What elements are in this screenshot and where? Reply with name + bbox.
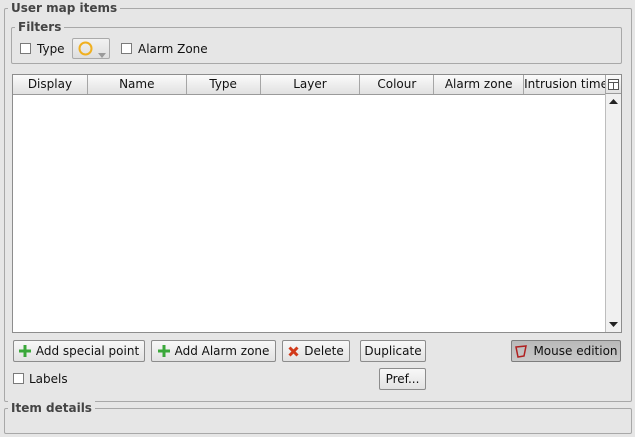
pref-button[interactable]: Pref...: [379, 368, 426, 390]
labels-checkbox[interactable]: [13, 373, 24, 384]
table-header: Display Name Type Layer Colour Alarm zon…: [13, 75, 605, 95]
add-alarm-zone-label: Add Alarm zone: [174, 344, 270, 358]
duplicate-label: Duplicate: [364, 344, 422, 358]
column-header-type[interactable]: Type: [187, 75, 261, 94]
alarm-zone-filter-checkbox[interactable]: [121, 43, 132, 54]
user-map-items-title: User map items: [8, 1, 121, 15]
add-alarm-zone-button[interactable]: Add Alarm zone: [151, 340, 276, 362]
delete-label: Delete: [304, 344, 344, 358]
column-header-name[interactable]: Name: [88, 75, 187, 94]
user-map-items-table[interactable]: Display Name Type Layer Colour Alarm zon…: [12, 74, 622, 333]
mouse-edition-toggle[interactable]: Mouse edition: [511, 340, 621, 362]
type-filter-combo[interactable]: [72, 38, 110, 59]
column-chooser-icon[interactable]: [605, 75, 621, 94]
column-header-intrusion-time[interactable]: Intrusion time: [524, 75, 605, 94]
item-details-title: Item details: [8, 401, 95, 415]
polygon-edit-icon: [514, 344, 528, 358]
add-special-point-button[interactable]: Add special point: [13, 340, 145, 362]
chevron-down-icon: [98, 47, 106, 61]
delete-button[interactable]: Delete: [282, 340, 350, 362]
pref-label: Pref...: [385, 372, 420, 386]
column-header-layer[interactable]: Layer: [261, 75, 361, 94]
add-special-point-label: Add special point: [35, 344, 140, 358]
delete-x-icon: [288, 345, 299, 357]
item-details-panel: [4, 408, 632, 434]
column-header-display[interactable]: Display: [13, 75, 88, 94]
table-vertical-scrollbar[interactable]: [605, 94, 621, 332]
alarm-zone-filter-label: Alarm Zone: [138, 42, 208, 56]
type-filter-label: Type: [37, 42, 65, 56]
plus-icon: [157, 345, 170, 357]
plus-icon: [18, 345, 31, 357]
circle-icon: [78, 41, 93, 59]
scroll-up-icon[interactable]: [606, 95, 621, 108]
mouse-edition-label: Mouse edition: [533, 344, 618, 358]
type-filter-checkbox[interactable]: [20, 43, 31, 54]
filters-title: Filters: [15, 20, 65, 34]
scroll-down-icon[interactable]: [606, 318, 621, 331]
labels-checkbox-label: Labels: [29, 372, 68, 386]
column-header-alarm-zone[interactable]: Alarm zone: [434, 75, 525, 94]
column-header-colour[interactable]: Colour: [360, 75, 435, 94]
duplicate-button[interactable]: Duplicate: [360, 340, 426, 362]
